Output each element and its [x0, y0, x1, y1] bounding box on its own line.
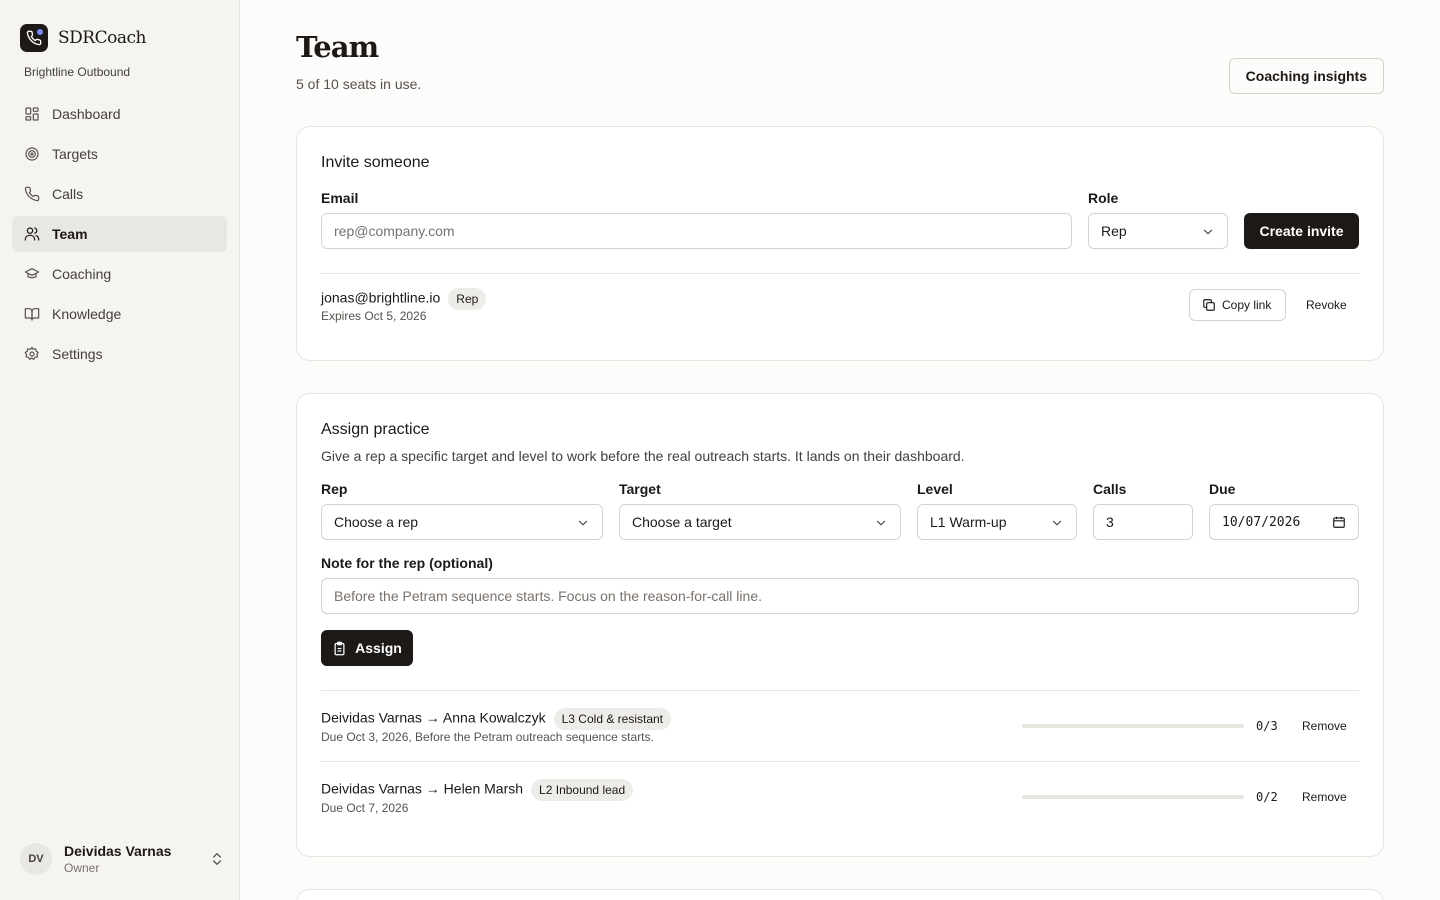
invite-email: jonas@brightline.io [321, 289, 441, 306]
divider [321, 273, 1359, 274]
due-date-input[interactable]: 10/07/2026 [1209, 504, 1359, 540]
chevron-down-icon [578, 520, 588, 526]
assign-practice-card: Assign practice Give a rep a specific ta… [296, 393, 1384, 857]
assign-description: Give a rep a specific target and level t… [321, 448, 965, 464]
sidebar-item-dashboard[interactable]: Dashboard [12, 96, 227, 132]
rep-select[interactable]: Choose a rep [321, 504, 603, 540]
sidebar-item-label: Coaching [52, 266, 112, 282]
assignment-title: Deividas Varnas → Anna Kowalczyk [321, 709, 546, 726]
logo-dot [37, 29, 43, 35]
level-badge: L2 Inbound lead [531, 779, 634, 801]
page-title: Team [296, 30, 379, 64]
phone-icon [24, 186, 40, 202]
chevrons-up-down-icon[interactable] [209, 851, 225, 867]
invite-card: Invite someone Email rep@company.com Rol… [296, 126, 1384, 361]
copy-icon [1203, 299, 1215, 311]
rep-value: Choose a rep [334, 514, 419, 530]
sidebar-item-settings[interactable]: Settings [12, 336, 227, 372]
sidebar-item-coaching[interactable]: Coaching [12, 256, 227, 292]
remove-button[interactable]: Remove [1290, 710, 1359, 742]
workspace-name: Brightline Outbound [24, 65, 131, 79]
sidebar: SDRCoach Brightline Outbound Dashboard T… [0, 0, 240, 900]
chevron-down-icon [876, 520, 886, 526]
clipboard-icon [334, 641, 345, 655]
due-date-value: 10/07/2026 [1222, 514, 1301, 530]
rep-label: Rep [321, 481, 348, 497]
brand[interactable]: SDRCoach [20, 24, 146, 52]
role-label: Role [1088, 190, 1119, 206]
sidebar-nav: Dashboard Targets Calls Team Coaching Kn… [12, 96, 227, 376]
role-badge: Rep [448, 288, 487, 310]
sidebar-item-label: Knowledge [52, 306, 122, 322]
seat-usage: 5 of 10 seats in use. [296, 76, 422, 92]
target-select[interactable]: Choose a target [619, 504, 901, 540]
copy-link-button[interactable]: Copy link [1189, 289, 1286, 321]
user-role: Owner [64, 861, 100, 875]
sidebar-item-label: Team [52, 226, 88, 242]
note-field[interactable]: Before the Petram sequence starts. Focus… [321, 578, 1359, 614]
invite-expiry: Expires Oct 5, 2026 [321, 309, 427, 323]
email-label: Email [321, 190, 359, 206]
invite-title: Invite someone [321, 154, 430, 171]
level-select[interactable]: L1 Warm-up [917, 504, 1077, 540]
assignment-row: Deividas Varnas → Anna Kowalczyk L3 Cold … [321, 708, 672, 730]
chevron-down-icon [1052, 520, 1062, 526]
remove-button[interactable]: Remove [1290, 781, 1359, 813]
assignment-progress [1022, 724, 1244, 728]
chevron-down-icon [1203, 229, 1213, 235]
sidebar-item-targets[interactable]: Targets [12, 136, 227, 172]
logo [20, 24, 48, 52]
calls-input[interactable]: 3 [1093, 504, 1193, 540]
assignment-title: Deividas Varnas → Helen Marsh [321, 780, 524, 797]
coaching-insights-button[interactable]: Coaching insights [1228, 58, 1384, 94]
assign-label: Assign [355, 640, 402, 656]
graduation-cap-icon [24, 268, 40, 279]
sidebar-item-label: Targets [52, 146, 98, 162]
users-icon [24, 227, 40, 241]
sidebar-item-label: Calls [52, 186, 84, 202]
role-select[interactable]: Rep [1088, 213, 1228, 249]
app-name: SDRCoach [58, 28, 146, 48]
pending-invite: jonas@brightline.io Rep [321, 288, 487, 310]
sidebar-item-knowledge[interactable]: Knowledge [12, 296, 227, 332]
level-value: L1 Warm-up [930, 514, 1007, 530]
assignment-due: Due Oct 3, 2026, Before the Petram outre… [321, 730, 654, 744]
sidebar-item-label: Dashboard [52, 106, 121, 122]
email-field[interactable]: rep@company.com [321, 213, 1072, 249]
dashboard-icon [25, 107, 39, 121]
assignment-due: Due Oct 7, 2026 [321, 801, 409, 815]
role-value: Rep [1101, 223, 1127, 239]
assign-title: Assign practice [321, 421, 430, 438]
target-icon [25, 147, 39, 161]
user-info: Deividas Varnas Owner [64, 843, 197, 875]
calendar-icon[interactable] [1332, 515, 1346, 529]
assignment-count: 0/2 [1256, 790, 1278, 804]
copy-link-label: Copy link [1222, 298, 1272, 312]
create-invite-button[interactable]: Create invite [1244, 213, 1359, 249]
target-label: Target [619, 481, 661, 497]
sidebar-item-calls[interactable]: Calls [12, 176, 227, 212]
level-badge: L3 Cold & resistant [553, 708, 672, 730]
divider [321, 761, 1359, 762]
calls-label: Calls [1093, 481, 1127, 497]
assign-button[interactable]: Assign [321, 630, 413, 666]
sidebar-item-label: Settings [52, 346, 103, 362]
note-label: Note for the rep (optional) [321, 555, 493, 571]
divider [321, 690, 1359, 691]
next-card [296, 889, 1384, 900]
revoke-button[interactable]: Revoke [1294, 289, 1359, 321]
target-value: Choose a target [632, 514, 732, 530]
assignment-row: Deividas Varnas → Helen Marsh L2 Inbound … [321, 779, 634, 801]
gear-icon [24, 346, 39, 360]
assignment-progress [1022, 795, 1244, 799]
level-label: Level [917, 481, 953, 497]
avatar: DV [20, 843, 52, 875]
book-icon [24, 308, 40, 321]
user-name: Deividas Varnas [64, 843, 172, 859]
user-menu[interactable]: DV Deividas Varnas Owner [20, 843, 225, 875]
due-label: Due [1209, 481, 1236, 497]
assignment-count: 0/3 [1256, 719, 1278, 733]
sidebar-item-team[interactable]: Team [12, 216, 227, 252]
